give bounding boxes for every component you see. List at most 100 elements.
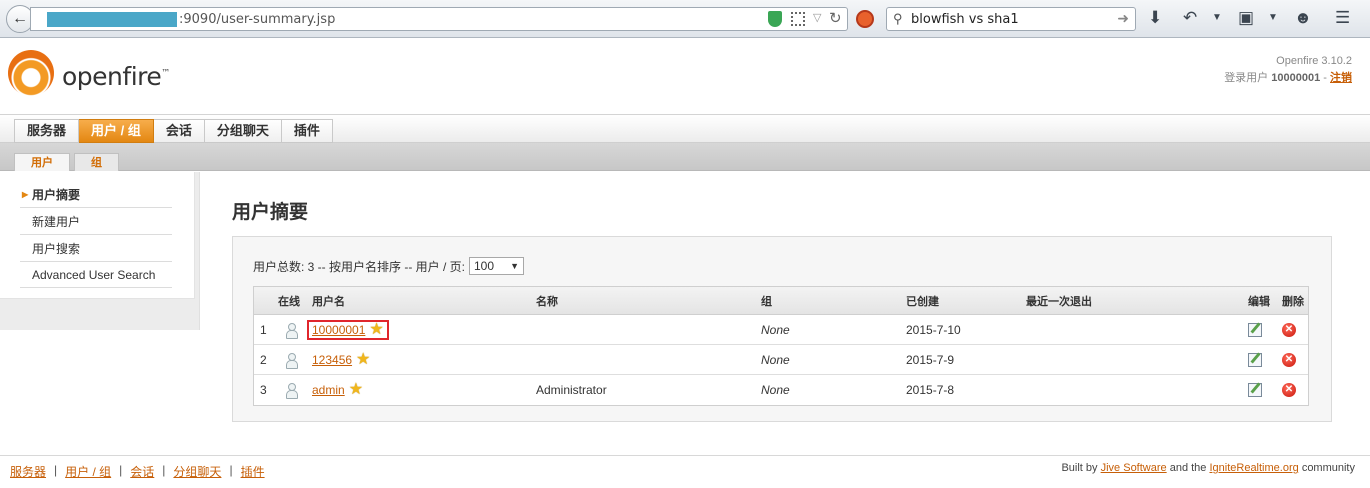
star-icon: ★ (348, 381, 364, 398)
created-cell: 2015-7-10 (906, 322, 961, 337)
col-last-logout: 最近一次退出 (1026, 295, 1092, 308)
tab-sessions[interactable]: 会话 (153, 119, 205, 143)
menu-icon[interactable]: ☰ (1335, 8, 1350, 28)
summary-text: 用户总数: 3 -- 按用户名排序 -- 用户 / 页: (253, 259, 465, 274)
main-nav: 服务器 用户 / 组 会话 分组聊天 插件 (0, 114, 1370, 143)
col-name: 名称 (536, 295, 558, 308)
per-page-select[interactable]: 100 ▼ (469, 257, 524, 275)
col-delete: 删除 (1282, 295, 1304, 308)
tab-plugins[interactable]: 插件 (281, 119, 333, 143)
browser-toolbar: ← :9090/user-summary.jsp ▽ ↻ ⚲ blowfish … (0, 0, 1370, 38)
table-row: 1 10000001 ★ None 2015-7-10 ✕ (254, 315, 1308, 345)
sidebar-item-advanced-search[interactable]: Advanced User Search (20, 262, 172, 288)
delete-button[interactable]: ✕ (1282, 345, 1296, 374)
col-online: 在线 (278, 295, 300, 308)
edit-icon (1248, 383, 1262, 397)
search-icon: ⚲ (893, 11, 903, 26)
delete-button[interactable]: ✕ (1282, 315, 1296, 344)
star-icon: ★ (369, 320, 384, 338)
delete-icon: ✕ (1282, 383, 1296, 397)
arrow-left-icon: ← (12, 10, 28, 27)
tab-users-groups[interactable]: 用户 / 组 (79, 119, 154, 143)
footer-link-server[interactable]: 服务器 (10, 463, 46, 480)
row-number: 2 (260, 352, 267, 367)
qr-code-icon[interactable] (791, 12, 805, 26)
chevron-down-icon[interactable]: ▽ (813, 11, 821, 24)
table-row: 2 123456 ★ None 2015-7-9 ✕ (254, 345, 1308, 375)
table-row: 3 admin ★ Administrator None 2015-7-8 ✕ (254, 375, 1308, 405)
undo-icon[interactable]: ↶ (1183, 8, 1197, 28)
created-cell: 2015-7-8 (906, 383, 955, 397)
edit-icon (1248, 322, 1262, 337)
footer-credits: Built by Jive Software and the IgniteRea… (1061, 462, 1355, 474)
user-offline-icon (286, 375, 298, 405)
col-edit: 编辑 (1248, 295, 1270, 308)
chevron-down-icon[interactable]: ▼ (1268, 8, 1278, 28)
sidebar-panel: ▶ 用户摘要 新建用户 用户搜索 Advanced User Search (0, 172, 195, 299)
edit-button[interactable] (1248, 375, 1262, 405)
arrow-right-icon[interactable]: ➜ (1117, 10, 1129, 27)
group-cell: None (761, 322, 790, 337)
table-header: 在线 用户名 名称 组 已创建 最近一次退出 编辑 删除 (254, 287, 1308, 315)
tab-server[interactable]: 服务器 (14, 119, 80, 143)
search-input[interactable]: ⚲ blowfish vs sha1 ➜ (886, 7, 1136, 31)
username-cell: admin ★ (312, 375, 363, 405)
summary-line: 用户总数: 3 -- 按用户名排序 -- 用户 / 页: 100 ▼ (253, 257, 524, 275)
edit-icon (1248, 352, 1262, 367)
shield-icon[interactable] (768, 11, 782, 27)
download-icon[interactable]: ⬇ (1148, 8, 1162, 28)
subtab-users[interactable]: 用户 (14, 153, 70, 171)
username-link[interactable]: 123456 (312, 353, 352, 367)
url-bar[interactable]: :9090/user-summary.jsp ▽ ↻ (30, 7, 848, 31)
logout-link[interactable]: 注销 (1330, 72, 1352, 84)
chevron-down-icon[interactable]: ▼ (1212, 8, 1222, 28)
highlight-box: 10000001 ★ (307, 319, 389, 340)
footer: 服务器 | 用户 / 组 | 会话 | 分组聊天 | 插件 Built by J… (0, 455, 1370, 488)
chevron-down-icon: ▼ (510, 261, 519, 271)
col-created: 已创建 (906, 295, 939, 308)
briefcase-icon[interactable]: ▣ (1238, 8, 1254, 28)
footer-link-sessions[interactable]: 会话 (130, 463, 154, 480)
sidebar-item-new-user[interactable]: 新建用户 (20, 209, 172, 235)
page-title: 用户摘要 (232, 201, 309, 223)
user-offline-icon (286, 315, 298, 344)
user-summary-panel: 用户总数: 3 -- 按用户名排序 -- 用户 / 页: 100 ▼ 在线 用户… (232, 236, 1332, 422)
sub-nav: 用户 组 (0, 143, 1370, 171)
sidebar-item-user-search[interactable]: 用户搜索 (20, 236, 172, 262)
col-username[interactable]: 用户名 (312, 287, 345, 314)
ignite-realtime-link[interactable]: IgniteRealtime.org (1209, 462, 1298, 474)
sidebar-item-user-summary[interactable]: ▶ 用户摘要 (20, 182, 172, 208)
group-cell: None (761, 383, 790, 397)
edit-button[interactable] (1248, 345, 1262, 374)
block-icon[interactable] (856, 10, 874, 28)
footer-link-plugins[interactable]: 插件 (241, 463, 265, 480)
username-cell: 123456 ★ (312, 345, 370, 374)
jive-software-link[interactable]: Jive Software (1101, 462, 1167, 474)
footer-separator: | (119, 463, 123, 477)
footer-separator: | (162, 463, 166, 477)
user-offline-icon (286, 345, 298, 374)
smiley-icon[interactable]: ☻ (1294, 8, 1312, 28)
delete-button[interactable]: ✕ (1282, 375, 1296, 405)
search-query: blowfish vs sha1 (911, 12, 1019, 27)
subtab-groups[interactable]: 组 (74, 153, 119, 171)
username-link[interactable]: admin (312, 383, 345, 397)
login-user: 10000001 (1271, 72, 1321, 84)
caret-right-icon: ▶ (22, 190, 29, 199)
username-cell: 10000001 ★ (307, 315, 389, 344)
footer-link-users-groups[interactable]: 用户 / 组 (65, 463, 111, 480)
row-number: 3 (260, 383, 267, 397)
username-link[interactable]: 10000001 (312, 323, 365, 337)
edit-button[interactable] (1248, 315, 1262, 344)
login-info: 登录用户 10000001 - 注销 (1224, 72, 1352, 84)
col-group: 组 (761, 295, 772, 308)
sidebar: ▶ 用户摘要 新建用户 用户搜索 Advanced User Search (0, 172, 200, 330)
footer-link-group-chat[interactable]: 分组聊天 (173, 463, 221, 480)
reload-icon[interactable]: ↻ (829, 9, 842, 27)
delete-icon: ✕ (1282, 322, 1296, 337)
group-cell: None (761, 352, 790, 367)
name-cell: Administrator (536, 383, 607, 397)
footer-separator: | (54, 463, 58, 477)
logo-text: openfire™ (62, 62, 170, 91)
tab-group-chat[interactable]: 分组聊天 (204, 119, 282, 143)
